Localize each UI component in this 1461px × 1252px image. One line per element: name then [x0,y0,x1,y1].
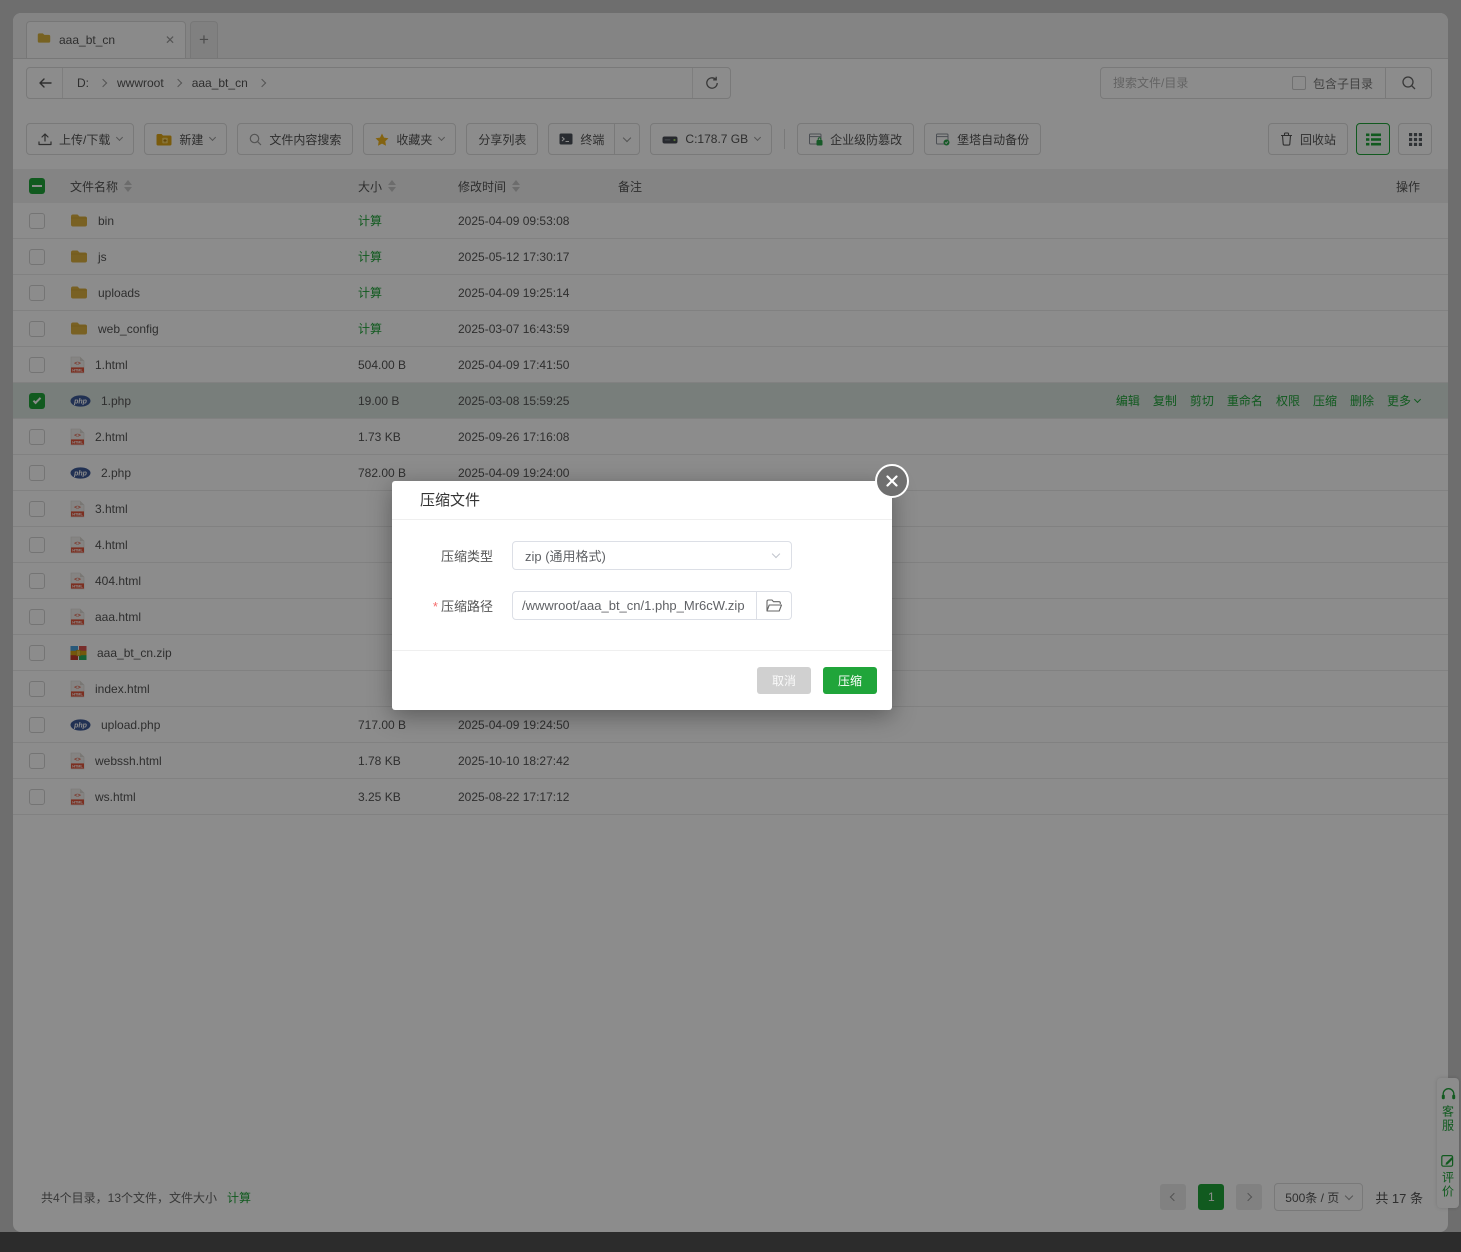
compress-type-select[interactable]: zip (通用格式) [512,541,792,570]
required-asterisk: * [433,599,438,614]
chevron-down-icon [772,550,780,558]
browse-path-button[interactable] [757,591,792,620]
close-icon [885,474,899,488]
compress-dialog: 压缩文件 压缩类型 zip (通用格式) *压缩路径 取消 压缩 [392,481,892,710]
compress-button[interactable]: 压缩 [823,667,877,694]
dialog-title: 压缩文件 [392,481,892,520]
compress-type-label: 压缩类型 [392,546,493,565]
compress-path-label: *压缩路径 [392,596,493,615]
folder-open-icon [766,599,782,612]
compress-type-value: zip (通用格式) [525,546,606,565]
dialog-close-button[interactable] [875,464,909,498]
cancel-button[interactable]: 取消 [757,667,811,694]
compress-path-input[interactable] [512,591,757,620]
